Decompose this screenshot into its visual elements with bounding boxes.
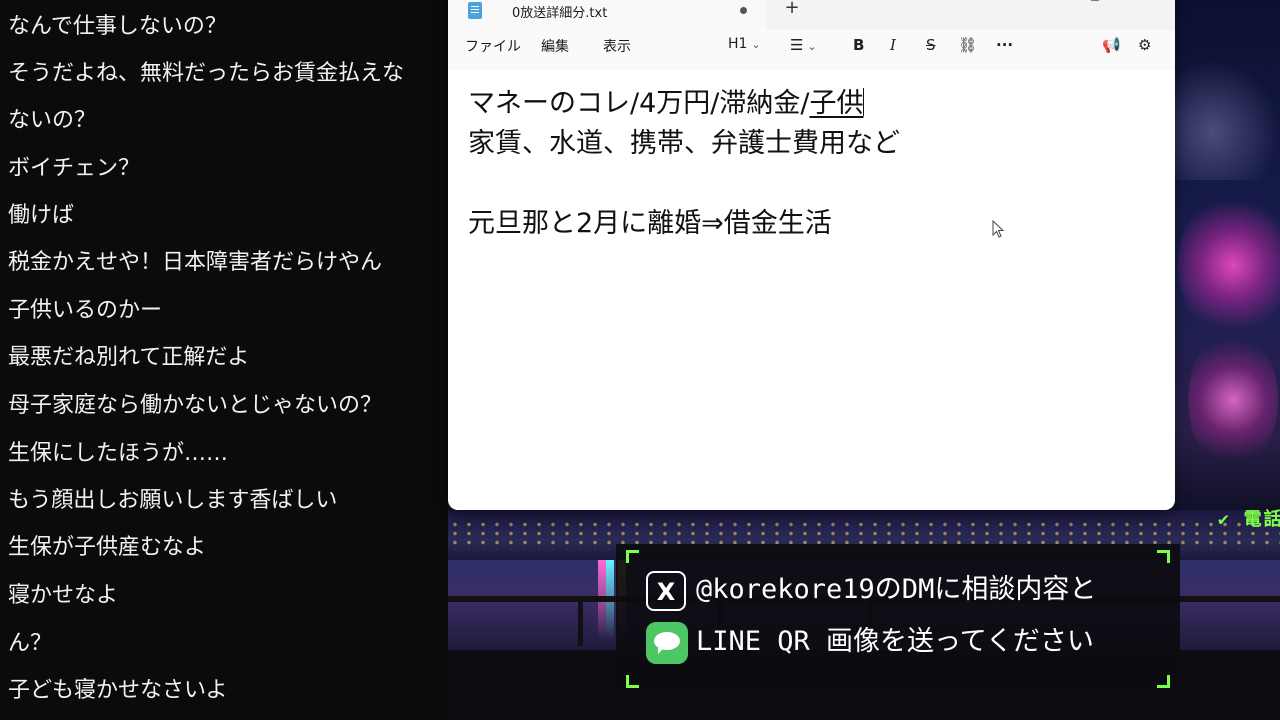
frame-corner bbox=[626, 550, 639, 563]
chat-message: なんで仕事しないの？ bbox=[8, 14, 227, 39]
maximize-icon[interactable]: ▢ bbox=[1080, 0, 1110, 8]
editor-line: マネーのコレ/4万円/滞納金/子供 bbox=[468, 84, 1158, 124]
chat-panel: なんで仕事しないの？ そうだよね、無料だったらお賃金払えな ないの？ ボイチェン… bbox=[0, 0, 448, 720]
chat-message: もう顔出しお願いします香ばしい bbox=[8, 488, 338, 513]
text-caret bbox=[863, 88, 865, 116]
bold-button[interactable]: B bbox=[853, 36, 864, 54]
contact-row-x: X @korekore19のDMに相談内容と bbox=[646, 568, 1096, 612]
frame-corner bbox=[626, 675, 639, 688]
heading-label: H1 bbox=[728, 36, 748, 52]
chat-message: 寝かせなよ bbox=[8, 583, 119, 608]
file-tab[interactable]: 0放送詳細分.txt bbox=[448, 0, 766, 30]
tab-title: 0放送詳細分.txt bbox=[512, 6, 608, 21]
line1-underlined-text: 子供 bbox=[809, 88, 864, 119]
chat-message: 働けば bbox=[8, 203, 75, 228]
chevron-down-icon: ⌄ bbox=[807, 40, 817, 53]
list-icon: ☰ bbox=[790, 36, 804, 54]
link-icon[interactable]: ⛓ bbox=[958, 36, 977, 54]
contact-row-line: LINE QR 画像を送ってください bbox=[646, 620, 1094, 664]
menu-file[interactable]: ファイル bbox=[465, 36, 521, 56]
chat-message: 税金かえせや！日本障害者だらけやん bbox=[8, 250, 383, 275]
strikethrough-button[interactable]: S bbox=[926, 36, 936, 54]
chat-message: 生保にしたほうが…… bbox=[8, 441, 229, 466]
chat-message: 母子家庭なら働かないとじゃないの？ bbox=[8, 393, 383, 418]
chevron-down-icon: ⌄ bbox=[751, 38, 761, 51]
close-icon[interactable]: ✕ bbox=[1132, 0, 1162, 8]
editor-line-empty bbox=[468, 164, 1158, 204]
list-dropdown[interactable]: ☰ ⌄ bbox=[790, 36, 817, 54]
notepad-window: 0放送詳細分.txt + ▢ ✕ ファイル 編集 表示 H1⌄ ☰⌄ B I S… bbox=[448, 0, 1175, 510]
editor-line: 家賃、水道、携帯、弁護士費用など bbox=[468, 128, 900, 159]
contact-x-text: @korekore19のDMに相談内容と bbox=[696, 574, 1097, 605]
new-tab-button[interactable]: + bbox=[782, 0, 802, 18]
heading-dropdown[interactable]: H1 ⌄ bbox=[728, 36, 761, 52]
phone-consult-banner: ✔ 電話相談受付中 bbox=[1218, 509, 1280, 527]
line-logo-icon bbox=[646, 621, 688, 664]
text-editor[interactable]: マネーのコレ/4万円/滞納金/子供 家賃、水道、携帯、弁護士費用など 元旦那と2… bbox=[468, 84, 1158, 244]
megaphone-icon[interactable]: 📢 bbox=[1102, 36, 1121, 54]
menu-edit[interactable]: 編集 bbox=[541, 36, 569, 56]
chat-message: ボイチェン？ bbox=[8, 156, 141, 181]
chat-message: 生保が子供産むなよ bbox=[8, 535, 207, 560]
chat-message: 子供いるのかー bbox=[8, 298, 163, 323]
railing-post bbox=[578, 596, 583, 646]
italic-button[interactable]: I bbox=[890, 36, 896, 54]
chat-message: ん？ bbox=[8, 631, 53, 656]
clouds bbox=[1168, 60, 1280, 180]
unsaved-dot-icon[interactable] bbox=[740, 7, 747, 14]
chat-message: 最悪だね別れて正解だよ bbox=[8, 345, 250, 370]
mouse-cursor-icon bbox=[992, 220, 1004, 238]
firework bbox=[1178, 190, 1280, 340]
line1-text: マネーのコレ/4万円/滞納金/ bbox=[468, 88, 810, 119]
chat-message: そうだよね、無料だったらお賃金払えな bbox=[8, 61, 405, 86]
x-logo-icon: X bbox=[646, 570, 686, 611]
editor-line: 元旦那と2月に離婚⇒借金生活 bbox=[468, 208, 832, 239]
firework bbox=[1188, 330, 1278, 470]
frame-corner bbox=[1157, 550, 1170, 563]
gear-icon[interactable]: ⚙ bbox=[1138, 36, 1151, 54]
chat-message: 子ども寝かせなさいよ bbox=[8, 678, 228, 703]
contact-line-text: LINE QR 画像を送ってください bbox=[696, 626, 1094, 657]
contact-overlay: X @korekore19のDMに相談内容と LINE QR 画像を送ってください bbox=[616, 544, 1180, 694]
menu-view[interactable]: 表示 bbox=[603, 36, 631, 56]
chat-message: ないの？ bbox=[8, 108, 97, 133]
notepad-icon bbox=[468, 2, 482, 19]
more-button[interactable]: ··· bbox=[996, 36, 1013, 54]
title-bar: 0放送詳細分.txt + ▢ ✕ bbox=[448, 0, 1175, 30]
frame-corner bbox=[1157, 675, 1170, 688]
